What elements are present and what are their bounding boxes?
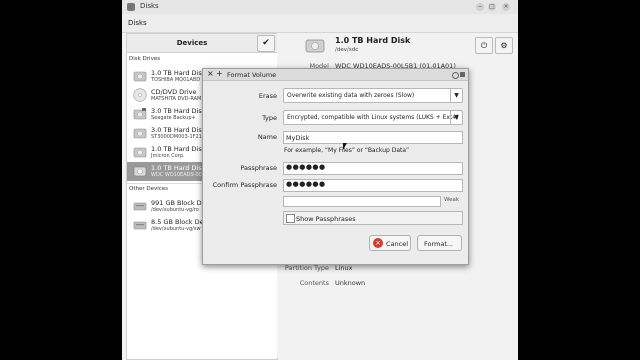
window-title: Disks [140,2,159,10]
name-label: Name [257,133,277,141]
drive-model: ST3000DM003-1F216 [151,134,206,140]
check-icon: ✔ [262,38,270,48]
gear-icon: ⚙ [500,41,508,50]
type-value: Encrypted, compatible with Linux systems… [287,114,459,121]
drive-name: 1.0 TB Hard Disk [151,164,206,172]
contents-label: Contents [299,279,329,287]
confirm-passphrase-label: Confirm Passphrase [212,181,277,189]
hard-disk-icon [133,164,147,178]
passphrase-strength-bar [283,196,441,207]
show-passphrases-toggle[interactable]: Show Passphrases [283,211,463,225]
other-devices-section-label: Other Devices [129,186,169,192]
format-button[interactable]: Format... [417,235,462,251]
drive-name: 3.0 TB Hard Disk [151,107,206,115]
drive-model: Jmicron Corp. [151,153,185,159]
power-icon: ⏻ [480,41,488,50]
cancel-button[interactable]: × Cancel [369,235,411,251]
dialog-title: Format Volume [227,71,277,79]
combo-dropdown-icon: ▼ [450,111,462,124]
minimize-icon[interactable]: – [476,3,484,11]
passphrase-label: Passphrase [240,164,277,172]
select-mode-button[interactable]: ✔ [257,35,275,52]
format-volume-dialog: × + Format Volume Erase Overwrite existi… [202,68,469,265]
hard-disk-icon [133,126,147,140]
menu-disks[interactable]: Disks [128,19,147,27]
close-icon[interactable]: × [502,3,510,11]
passphrase-value: ●●●●●● [286,163,326,171]
drive-name: CD/DVD Drive [151,88,197,96]
name-value: MyDisk [286,133,310,142]
cancel-label: Cancel [386,239,409,248]
type-label: Type [262,114,277,122]
erase-value: Overwrite existing data with zeroes (Slo… [287,92,415,99]
drive-model: WDC WD10EADS-00 [151,172,202,178]
mouse-cursor-icon [343,143,347,150]
maximize-icon[interactable]: □ [488,3,496,11]
cancel-icon: × [373,238,383,248]
drive-model: TOSHIBA MQ01ABD [151,77,201,83]
confirm-passphrase-value: ●●●●●● [286,180,326,188]
device-path: /dev/xubuntu-vg/ro [151,207,199,213]
menubar: Disks [122,14,518,33]
passphrase-input[interactable]: ●●●●●● [283,162,463,175]
hard-disk-icon [133,145,147,159]
hard-disk-icon [133,69,147,83]
block-device-icon [133,199,147,213]
drive-model: MATSHITA DVD-RAM [151,96,202,102]
erase-combo[interactable]: Overwrite existing data with zeroes (Slo… [283,88,463,103]
dialog-maximize-icon[interactable] [460,72,465,77]
dialog-titlebar[interactable]: × + Format Volume [203,69,468,81]
disk-title: 1.0 TB Hard Disk [335,36,411,45]
combo-dropdown-icon: ▼ [450,89,462,102]
dialog-pin-icon[interactable]: + [216,69,223,78]
drive-options-button[interactable]: ⚙ [495,37,513,54]
block-device-icon [133,218,147,232]
type-combo[interactable]: Encrypted, compatible with Linux systems… [283,110,463,125]
drive-name: 1.0 TB Hard Disk [151,145,206,153]
show-passphrases-checkbox[interactable] [286,214,295,223]
drive-model: Seagate Backup+ [151,115,196,121]
app-icon [127,3,135,11]
name-input[interactable]: MyDisk [283,131,463,144]
erase-label: Erase [258,92,277,100]
disk-device-path: /dev/sdc [335,47,359,53]
disk-drives-section-label: Disk Drives [129,56,161,62]
passphrase-strength-label: Weak [444,197,460,203]
power-off-button[interactable]: ⏻ [475,37,493,54]
format-label: Format... [424,239,454,248]
usb-disk-icon [133,107,147,121]
device-path: /dev/xubuntu-vg/sw [151,226,201,232]
disk-icon [305,37,325,55]
window-titlebar[interactable]: Disks – □ × [122,0,518,14]
devices-title: Devices [176,39,208,47]
drive-name: 3.0 TB Hard Disk [151,126,206,134]
drive-name: 1.0 TB Hard Disk [151,69,206,77]
devices-header: Devices ✔ [127,34,277,53]
partition-type-label: Partition Type [284,264,329,272]
show-passphrases-label: Show Passphrases [296,214,356,223]
contents-value: Unknown [335,279,366,287]
dialog-menu-icon[interactable] [452,72,459,79]
partition-type-value: Linux [335,264,353,272]
confirm-passphrase-input[interactable]: ●●●●●● [283,179,463,192]
dialog-close-icon[interactable]: × [207,69,214,78]
optical-drive-icon [133,88,147,102]
